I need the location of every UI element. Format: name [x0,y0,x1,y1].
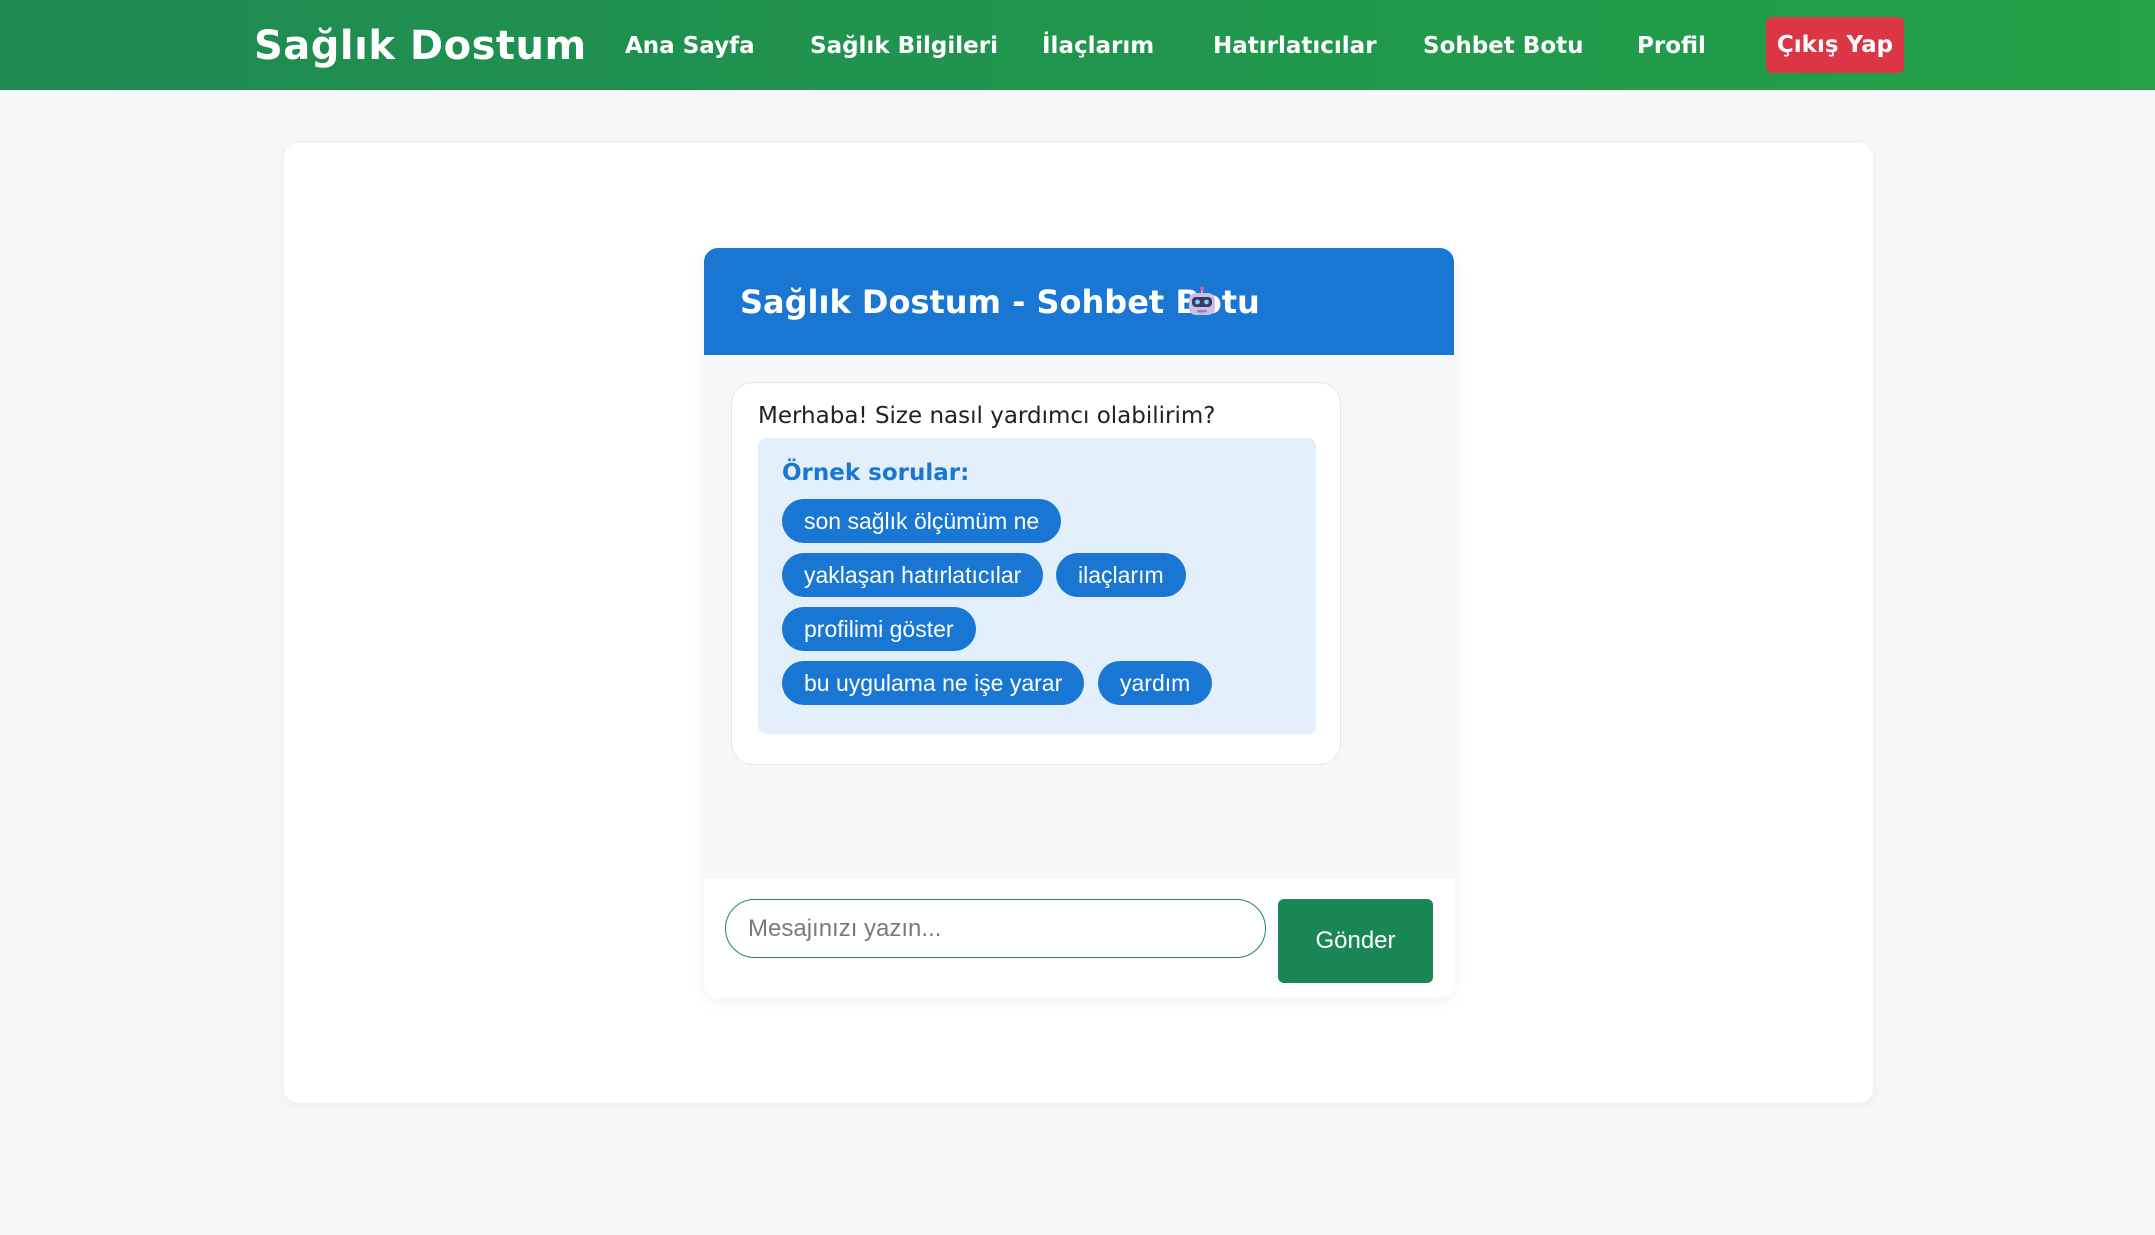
example-chip-ilaclarim[interactable]: ilaçlarım [1056,553,1186,597]
robot-icon [1189,286,1215,315]
chat-title: Sağlık Dostum - Sohbet Botu [740,283,1260,321]
bot-greeting-text: Merhaba! Size nasıl yardımcı olabilirim? [758,403,1216,429]
message-input[interactable] [725,899,1266,958]
nav-item-profil[interactable]: Profil [1637,0,1706,90]
nav-item-saglik-bilgileri[interactable]: Sağlık Bilgileri [810,0,998,90]
example-chip-yaklasan-hatirlaticilar[interactable]: yaklaşan hatırlatıcılar [782,553,1044,597]
example-chip-bu-uygulama-ne-ise-yarar[interactable]: bu uygulama ne işe yarar [782,661,1085,705]
chat-window: Sağlık Dostum - Sohbet Botu Merhaba! Siz… [704,248,1454,998]
bot-message-bubble: Merhaba! Size nasıl yardımcı olabilirim?… [731,382,1341,765]
nav-item-ana-sayfa[interactable]: Ana Sayfa [625,0,755,90]
chat-input-area: Gönder [704,877,1454,998]
nav-item-ilaclarim[interactable]: İlaçlarım [1042,0,1154,90]
top-navbar: Sağlık Dostum Ana Sayfa Sağlık Bilgileri… [0,0,2155,90]
nav-item-sohbet-botu[interactable]: Sohbet Botu [1423,0,1584,90]
logout-button[interactable]: Çıkış Yap [1766,17,1904,73]
send-button[interactable]: Gönder [1278,899,1433,983]
chat-header: Sağlık Dostum - Sohbet Botu [704,248,1454,355]
brand-logo-text[interactable]: Sağlık Dostum [254,0,587,90]
example-chip-yardim[interactable]: yardım [1098,661,1213,705]
example-chip-profilimi-goster[interactable]: profilimi göster [782,607,976,651]
example-chip-son-saglik-olcumum[interactable]: son sağlık ölçümüm ne [782,499,1062,543]
example-questions-title: Örnek sorular: [782,460,970,486]
example-questions-box: Örnek sorular: son sağlık ölçümüm ne yak… [758,438,1316,734]
nav-item-hatirlaticilar[interactable]: Hatırlatıcılar [1213,0,1377,90]
